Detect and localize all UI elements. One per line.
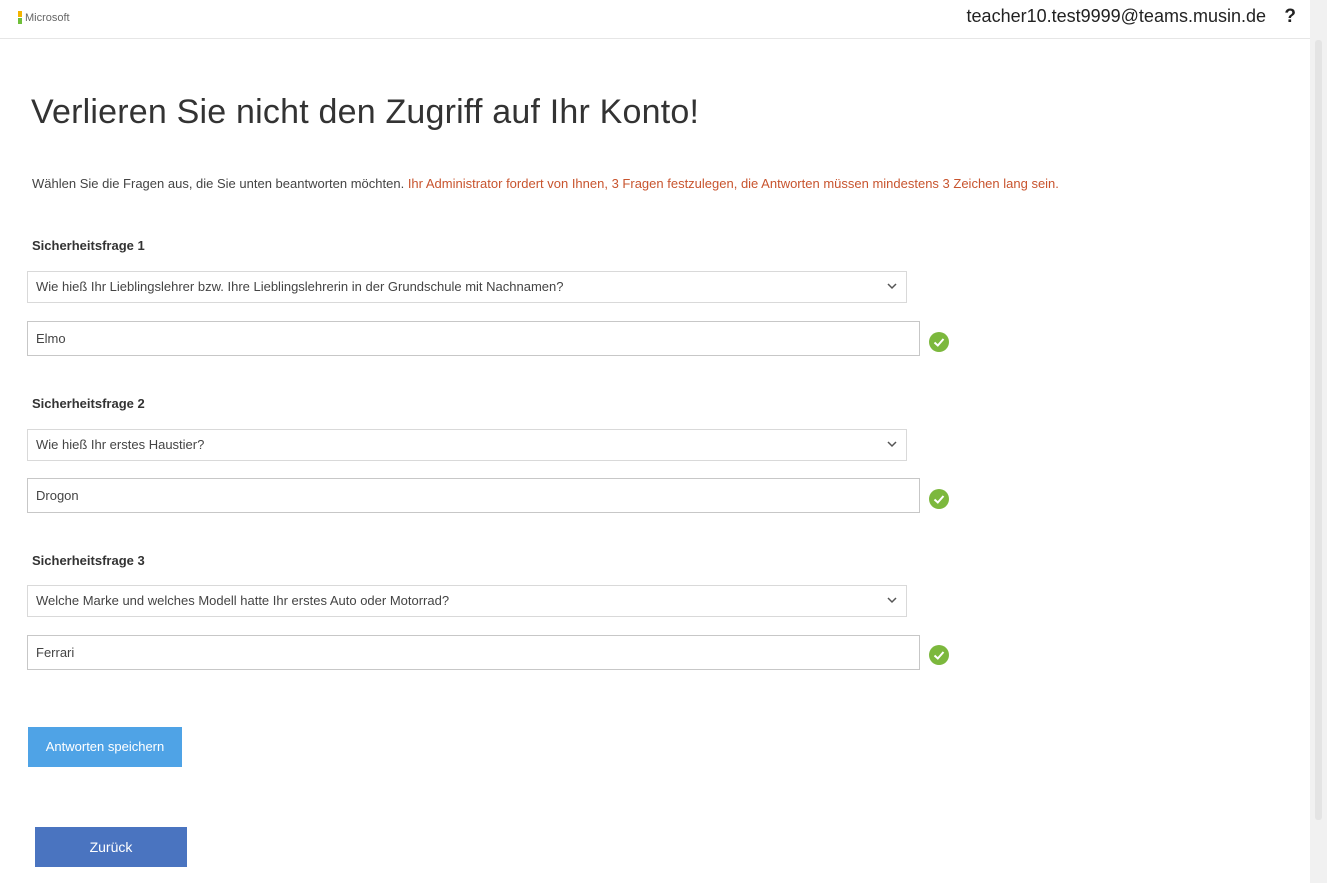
- back-button[interactable]: Zurück: [35, 827, 187, 867]
- question-2-selected: Wie hieß Ihr erstes Haustier?: [36, 437, 205, 452]
- page-title: Verlieren Sie nicht den Zugriff auf Ihr …: [31, 93, 700, 131]
- question-1-answer-input[interactable]: [27, 321, 920, 356]
- chevron-down-icon: [887, 441, 897, 448]
- question-3-label: Sicherheitsfrage 3: [32, 553, 145, 568]
- checkmark-circle-icon: [929, 645, 949, 665]
- microsoft-logo: Microsoft: [18, 11, 70, 24]
- checkmark-circle-icon: [929, 489, 949, 509]
- page-scrollbar[interactable]: [1310, 0, 1327, 883]
- question-2-select[interactable]: Wie hieß Ihr erstes Haustier?: [27, 429, 907, 461]
- chevron-down-icon: [887, 597, 897, 604]
- scrollbar-thumb[interactable]: [1315, 40, 1322, 820]
- microsoft-logo-icon: [18, 11, 22, 24]
- intro-instruction: Wählen Sie die Fragen aus, die Sie unten…: [32, 176, 405, 191]
- user-email[interactable]: teacher10.test9999@teams.musin.de: [967, 6, 1266, 27]
- brand-name: Microsoft: [25, 11, 70, 24]
- save-answers-button[interactable]: Antworten speichern: [28, 727, 182, 767]
- question-1-label: Sicherheitsfrage 1: [32, 238, 145, 253]
- chevron-down-icon: [887, 283, 897, 290]
- help-icon[interactable]: ?: [1284, 6, 1296, 28]
- question-3-select[interactable]: Welche Marke und welches Modell hatte Ih…: [27, 585, 907, 617]
- question-3-selected: Welche Marke und welches Modell hatte Ih…: [36, 593, 450, 608]
- question-1-select[interactable]: Wie hieß Ihr Lieblingslehrer bzw. Ihre L…: [27, 271, 907, 303]
- top-bar: Microsoft teacher10.test9999@teams.musin…: [0, 0, 1310, 39]
- question-3-answer-input[interactable]: [27, 635, 920, 670]
- intro-text: Wählen Sie die Fragen aus, die Sie unten…: [32, 174, 1282, 193]
- question-2-answer-input[interactable]: [27, 478, 920, 513]
- question-2-label: Sicherheitsfrage 2: [32, 396, 145, 411]
- checkmark-circle-icon: [929, 332, 949, 352]
- question-1-selected: Wie hieß Ihr Lieblingslehrer bzw. Ihre L…: [36, 279, 564, 294]
- admin-requirement-warning: Ihr Administrator fordert von Ihnen, 3 F…: [407, 176, 1059, 191]
